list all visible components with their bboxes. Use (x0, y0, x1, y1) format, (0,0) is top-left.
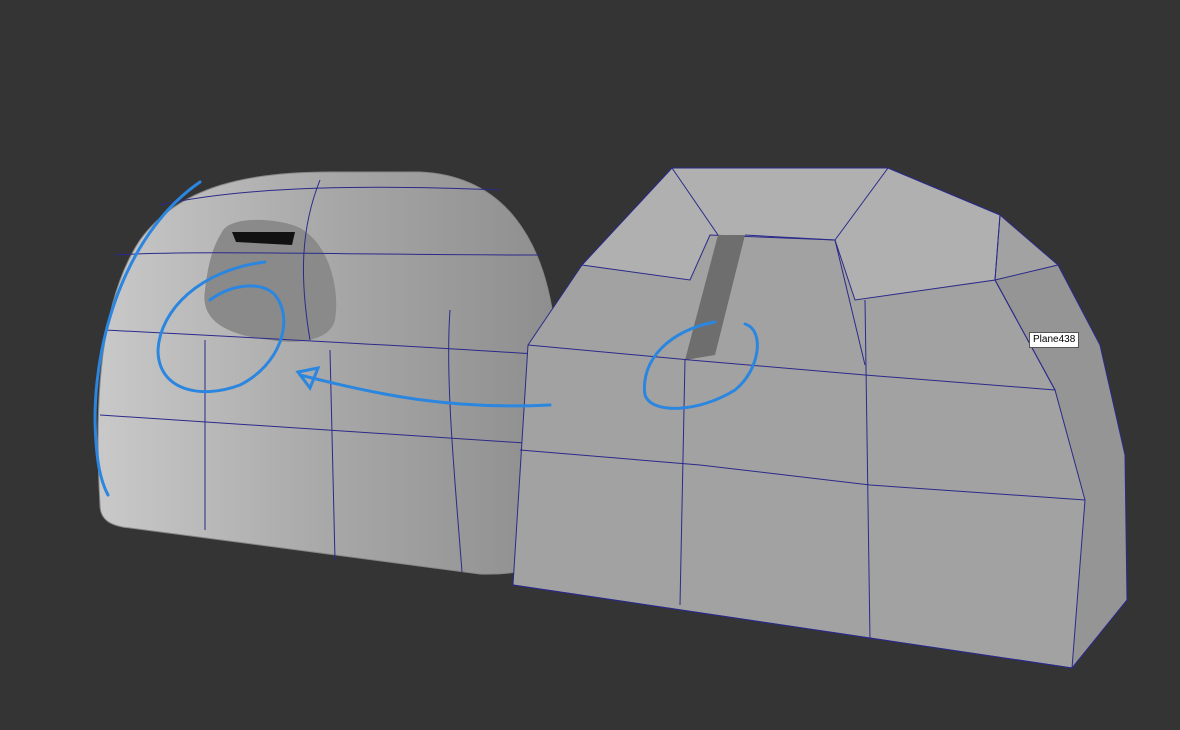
smoothed-mesh-object[interactable] (97, 171, 557, 575)
object-name-tooltip: Plane438 (1029, 332, 1080, 348)
viewport-scene[interactable] (0, 0, 1180, 730)
low-poly-mesh-object[interactable] (512, 167, 1128, 670)
3d-viewport[interactable]: Plane438 (0, 0, 1180, 730)
